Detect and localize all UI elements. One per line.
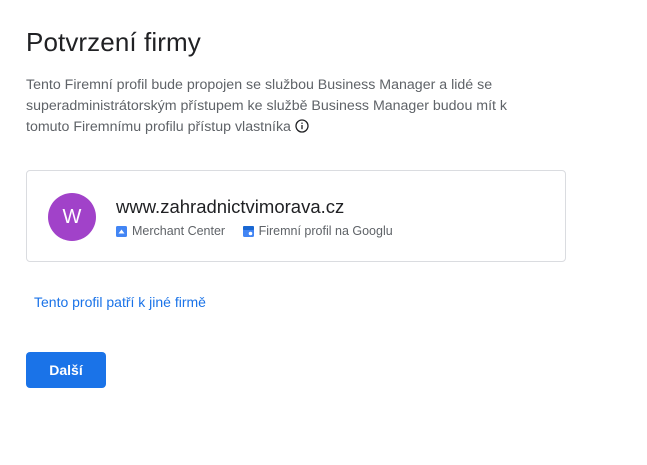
source-label: Merchant Center — [132, 224, 226, 238]
merchant-center-icon — [116, 226, 127, 237]
avatar: W — [48, 193, 96, 241]
page-title: Potvrzení firmy — [26, 27, 201, 57]
next-button[interactable]: Další — [26, 352, 106, 388]
business-confirmation-page: Potvrzení firmy Tento Firemní profil bud… — [0, 0, 647, 465]
business-profile-icon — [242, 226, 254, 237]
source-list: Merchant Center Firemní profil na Googlu — [116, 223, 407, 239]
business-profile-card: W www.zahradnictvimorava.cz Merchant Cen… — [26, 170, 566, 262]
business-domain: www.zahradnictvimorava.cz — [116, 196, 345, 217]
info-icon[interactable] — [295, 119, 309, 140]
source-merchant-center: Merchant Center — [116, 223, 225, 239]
description-text: Tento Firemní profil bude propojen se sl… — [26, 77, 508, 135]
page-description: Tento Firemní profil bude propojen se sl… — [26, 75, 526, 140]
other-business-link[interactable]: Tento profil patří k jiné firmě — [34, 293, 206, 311]
source-label: Firemní profil na Googlu — [258, 224, 393, 238]
source-business-profile: Firemní profil na Googlu — [242, 223, 393, 239]
